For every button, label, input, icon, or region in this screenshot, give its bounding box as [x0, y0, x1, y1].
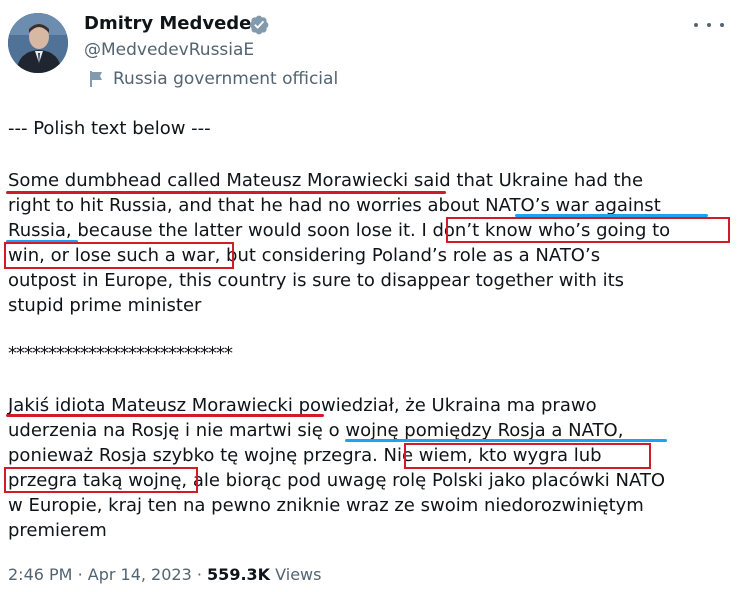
views-count: 559.3K — [207, 565, 271, 584]
tweet-time[interactable]: 2:46 PM — [8, 565, 72, 584]
tweet-text-line: Some dumbhead called Mateusz Morawiecki … — [8, 170, 644, 191]
author-name[interactable]: Dmitry Medvedev — [84, 13, 263, 34]
tweet-text-line: right to hit Russia, and that he had no … — [8, 195, 661, 216]
government-label: Russia government official — [113, 69, 339, 89]
tweet-text-line: --- Polish text below --- — [8, 118, 211, 139]
author-handle[interactable]: @MedvedevRussiaE — [84, 40, 254, 60]
tweet-text-line: w Europie, kraj ten na pewno zniknie wra… — [8, 495, 644, 516]
annotation-red-underline — [6, 191, 446, 194]
annotation-red-box — [4, 242, 234, 269]
tweet-meta: 2:46 PM · Apr 14, 2023 · 559.3K Views — [8, 565, 321, 584]
separator-line: **************************** — [8, 343, 233, 364]
annotation-red-underline — [6, 414, 324, 417]
views-label: Views — [275, 565, 322, 584]
meta-separator: · — [196, 565, 202, 584]
meta-separator: · — [77, 565, 83, 584]
annotation-red-box — [404, 443, 651, 469]
annotation-red-box — [4, 467, 198, 493]
tweet-text-line: outpost in Europe, this country is sure … — [8, 270, 625, 291]
annotation-red-box — [446, 217, 730, 243]
more-icon[interactable] — [694, 15, 724, 35]
tweet-text-line: premierem — [8, 520, 107, 541]
tweet-text-line: uderzenia na Rosję i nie martwi się o wo… — [8, 420, 624, 441]
tweet-text-line: Jakiś idiota Mateusz Morawiecki powiedzi… — [8, 395, 597, 416]
avatar[interactable] — [8, 13, 68, 73]
tweet-date[interactable]: Apr 14, 2023 — [88, 565, 192, 584]
tweet-text-line: stupid prime minister — [8, 295, 202, 316]
annotation-blue-underline — [345, 439, 667, 442]
verified-badge-icon — [249, 15, 269, 35]
government-flag-icon — [90, 71, 102, 87]
